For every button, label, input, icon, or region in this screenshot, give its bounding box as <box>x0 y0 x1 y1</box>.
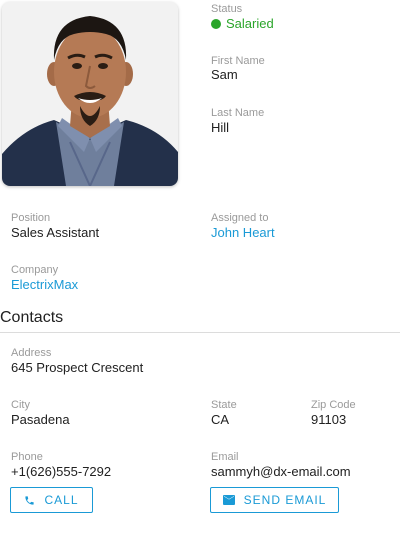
first-name-value: Sam <box>211 67 238 82</box>
employee-photo <box>2 2 178 186</box>
call-button-label: CALL <box>44 493 79 507</box>
phone-label: Phone <box>11 451 43 463</box>
zip-value: 91103 <box>311 412 347 427</box>
contacts-title: Contacts <box>0 309 64 326</box>
send-email-button[interactable]: SEND EMAIL <box>210 487 339 513</box>
employee-portrait <box>2 2 178 186</box>
assigned-to-label: Assigned to <box>211 212 269 224</box>
address-label: Address <box>11 347 52 359</box>
city-value: Pasadena <box>11 412 70 427</box>
position-label: Position <box>11 212 51 224</box>
position-value: Sales Assistant <box>11 225 100 240</box>
status-text: Salaried <box>226 16 274 31</box>
email-label: Email <box>211 451 239 463</box>
state-label: State <box>211 399 237 411</box>
status-indicator-icon <box>211 19 221 29</box>
state-value: CA <box>211 412 230 427</box>
call-button[interactable]: CALL <box>10 487 93 513</box>
last-name-value: Hill <box>211 120 230 135</box>
status-label: Status <box>211 3 243 15</box>
status-value: Salaried <box>211 16 274 32</box>
send-email-button-label: SEND EMAIL <box>243 493 327 507</box>
city-label: City <box>11 399 30 411</box>
phone-value: +1(626)555-7292 <box>11 464 112 479</box>
address-value: 645 Prospect Crescent <box>11 360 144 375</box>
email-value: sammyh@dx-email.com <box>211 464 351 479</box>
envelope-icon <box>222 495 235 505</box>
company-link[interactable]: ElectrixMax <box>11 277 78 293</box>
company-label: Company <box>11 264 59 276</box>
zip-label: Zip Code <box>311 399 356 411</box>
last-name-label: Last Name <box>211 107 265 119</box>
phone-icon <box>24 495 35 506</box>
assigned-to-link[interactable]: John Heart <box>211 225 275 241</box>
contacts-divider <box>0 332 400 333</box>
